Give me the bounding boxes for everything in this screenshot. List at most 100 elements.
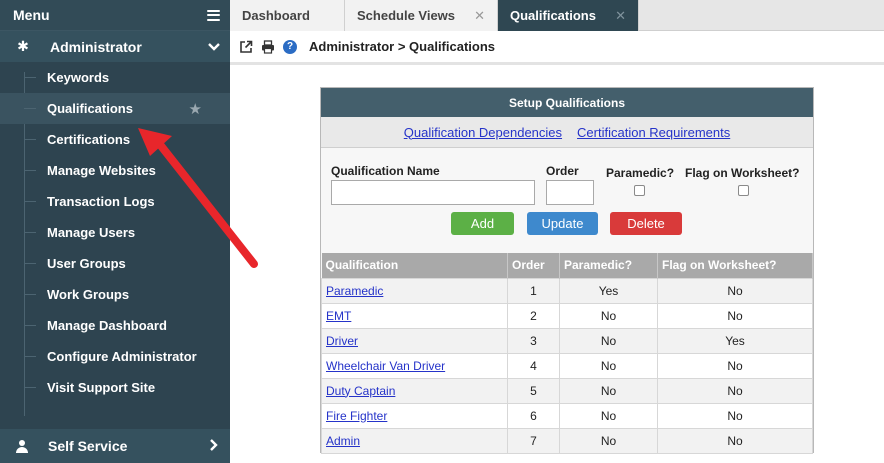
user-icon bbox=[16, 439, 28, 453]
cell-qualification: Wheelchair Van Driver bbox=[321, 352, 508, 379]
table-row[interactable]: Driver 3 No Yes bbox=[321, 327, 813, 354]
table-body: Paramedic 1 Yes No EMT 2 No No Driver 3 No Yes Wheel… bbox=[321, 277, 813, 454]
sidebar-item-label: Work Groups bbox=[47, 287, 130, 302]
sidebar-item-manage-websites[interactable]: Manage Websites bbox=[0, 155, 230, 186]
menu-bar: Menu bbox=[0, 0, 230, 31]
cell-paramedic: No bbox=[559, 427, 658, 454]
qualification-link[interactable]: Fire Fighter bbox=[326, 409, 387, 423]
tab-dashboard[interactable]: Dashboard bbox=[230, 0, 345, 31]
cell-flag-on-worksheet: No bbox=[657, 427, 813, 454]
tab-qualifications[interactable]: Qualifications ✕ bbox=[498, 0, 639, 31]
sidebar-item-label: Manage Users bbox=[47, 225, 136, 240]
cell-paramedic: No bbox=[559, 302, 658, 329]
close-icon[interactable]: ✕ bbox=[474, 8, 485, 24]
tab-label: Schedule Views bbox=[357, 8, 456, 23]
table-row[interactable]: Wheelchair Van Driver 4 No No bbox=[321, 352, 813, 379]
cell-paramedic: Yes bbox=[559, 277, 658, 304]
sidebar-item-qualifications[interactable]: Qualifications ★ bbox=[0, 93, 230, 124]
cell-paramedic: No bbox=[559, 402, 658, 429]
column-header-flag-on-worksheet[interactable]: Flag on Worksheet? bbox=[657, 253, 813, 278]
paramedic-checkbox[interactable] bbox=[634, 185, 645, 196]
cell-order: 3 bbox=[507, 327, 560, 354]
breadcrumb: Administrator > Qualifications bbox=[309, 39, 496, 54]
order-input[interactable] bbox=[546, 180, 594, 205]
cell-qualification: EMT bbox=[321, 302, 508, 329]
delete-button[interactable]: Delete bbox=[610, 212, 682, 235]
qualification-name-label: Qualification Name bbox=[331, 164, 440, 178]
menu-title: Menu bbox=[13, 7, 50, 23]
tab-bar: Dashboard Schedule Views ✕ Qualification… bbox=[230, 0, 884, 31]
external-link-icon[interactable] bbox=[239, 40, 253, 54]
section-self-service-label: Self Service bbox=[48, 438, 128, 454]
sidebar-item-configure-administrator[interactable]: Configure Administrator bbox=[0, 341, 230, 372]
cell-qualification: Paramedic bbox=[321, 277, 508, 304]
qualifications-table: Qualification Order Paramedic? Flag on W… bbox=[321, 253, 813, 454]
tab-label: Qualifications bbox=[510, 8, 596, 23]
table-row[interactable]: Fire Fighter 6 No No bbox=[321, 402, 813, 429]
table-row[interactable]: Admin 7 No No bbox=[321, 427, 813, 454]
sidebar-item-user-groups[interactable]: User Groups bbox=[0, 248, 230, 279]
qualification-dependencies-link[interactable]: Qualification Dependencies bbox=[404, 125, 562, 140]
star-icon[interactable]: ★ bbox=[189, 100, 202, 118]
cell-order: 2 bbox=[507, 302, 560, 329]
print-icon[interactable] bbox=[261, 39, 275, 54]
cell-order: 5 bbox=[507, 377, 560, 404]
cell-order: 1 bbox=[507, 277, 560, 304]
tab-schedule-views[interactable]: Schedule Views ✕ bbox=[345, 0, 498, 31]
column-header-order[interactable]: Order bbox=[507, 253, 560, 278]
gear-icon: ✱ bbox=[17, 38, 29, 54]
table-row[interactable]: EMT 2 No No bbox=[321, 302, 813, 329]
cell-paramedic: No bbox=[559, 377, 658, 404]
cell-flag-on-worksheet: No bbox=[657, 352, 813, 379]
sidebar-item-manage-dashboard[interactable]: Manage Dashboard bbox=[0, 310, 230, 341]
order-label: Order bbox=[546, 164, 579, 178]
qualification-link[interactable]: Driver bbox=[326, 334, 358, 348]
qualification-link[interactable]: EMT bbox=[326, 309, 351, 323]
qualification-link[interactable]: Duty Captain bbox=[326, 384, 395, 398]
sidebar-item-label: Manage Websites bbox=[47, 163, 156, 178]
qualification-link[interactable]: Admin bbox=[326, 434, 360, 448]
sidebar-item-certifications[interactable]: Certifications bbox=[0, 124, 230, 155]
sidebar: Menu ✱ Administrator Keywords Qualificat… bbox=[0, 0, 230, 463]
chevron-down-icon bbox=[208, 40, 220, 54]
column-header-paramedic[interactable]: Paramedic? bbox=[559, 253, 658, 278]
add-button[interactable]: Add bbox=[451, 212, 514, 235]
sidebar-item-label: Certifications bbox=[47, 132, 131, 147]
flag-on-worksheet-label: Flag on Worksheet? bbox=[685, 166, 800, 180]
cell-order: 7 bbox=[507, 427, 560, 454]
help-icon[interactable]: ? bbox=[283, 39, 297, 54]
sidebar-item-transaction-logs[interactable]: Transaction Logs bbox=[0, 186, 230, 217]
sidebar-item-label: Keywords bbox=[47, 70, 110, 85]
hamburger-icon[interactable] bbox=[207, 9, 220, 21]
section-administrator[interactable]: ✱ Administrator bbox=[0, 31, 230, 62]
sidebar-item-keywords[interactable]: Keywords bbox=[0, 62, 230, 93]
panel-title: Setup Qualifications bbox=[321, 88, 813, 117]
certification-requirements-link[interactable]: Certification Requirements bbox=[577, 125, 730, 140]
update-button[interactable]: Update bbox=[527, 212, 598, 235]
table-row[interactable]: Paramedic 1 Yes No bbox=[321, 277, 813, 304]
sidebar-item-manage-users[interactable]: Manage Users bbox=[0, 217, 230, 248]
cell-flag-on-worksheet: Yes bbox=[657, 327, 813, 354]
table-row[interactable]: Duty Captain 5 No No bbox=[321, 377, 813, 404]
toolbar: ? Administrator > Qualifications bbox=[230, 31, 884, 65]
close-icon[interactable]: ✕ bbox=[615, 8, 626, 24]
flag-on-worksheet-checkbox[interactable] bbox=[738, 185, 749, 196]
sidebar-item-label: Manage Dashboard bbox=[47, 318, 167, 333]
cell-qualification: Driver bbox=[321, 327, 508, 354]
section-self-service[interactable]: Self Service bbox=[0, 429, 230, 463]
qualification-link[interactable]: Paramedic bbox=[326, 284, 383, 298]
chevron-right-icon bbox=[210, 438, 218, 454]
qualification-link[interactable]: Wheelchair Van Driver bbox=[326, 359, 445, 373]
qualification-name-input[interactable] bbox=[331, 180, 535, 205]
sidebar-item-visit-support-site[interactable]: Visit Support Site bbox=[0, 372, 230, 403]
panel-links: Qualification Dependencies Certification… bbox=[321, 117, 813, 148]
qualification-form: Qualification Name Order Paramedic? Flag… bbox=[321, 148, 813, 252]
cell-order: 4 bbox=[507, 352, 560, 379]
cell-flag-on-worksheet: No bbox=[657, 302, 813, 329]
cell-paramedic: No bbox=[559, 327, 658, 354]
cell-qualification: Admin bbox=[321, 427, 508, 454]
setup-qualifications-panel: Setup Qualifications Qualification Depen… bbox=[320, 87, 814, 454]
column-header-qualification[interactable]: Qualification bbox=[321, 253, 508, 278]
sidebar-item-label: Qualifications bbox=[47, 101, 133, 116]
sidebar-item-work-groups[interactable]: Work Groups bbox=[0, 279, 230, 310]
